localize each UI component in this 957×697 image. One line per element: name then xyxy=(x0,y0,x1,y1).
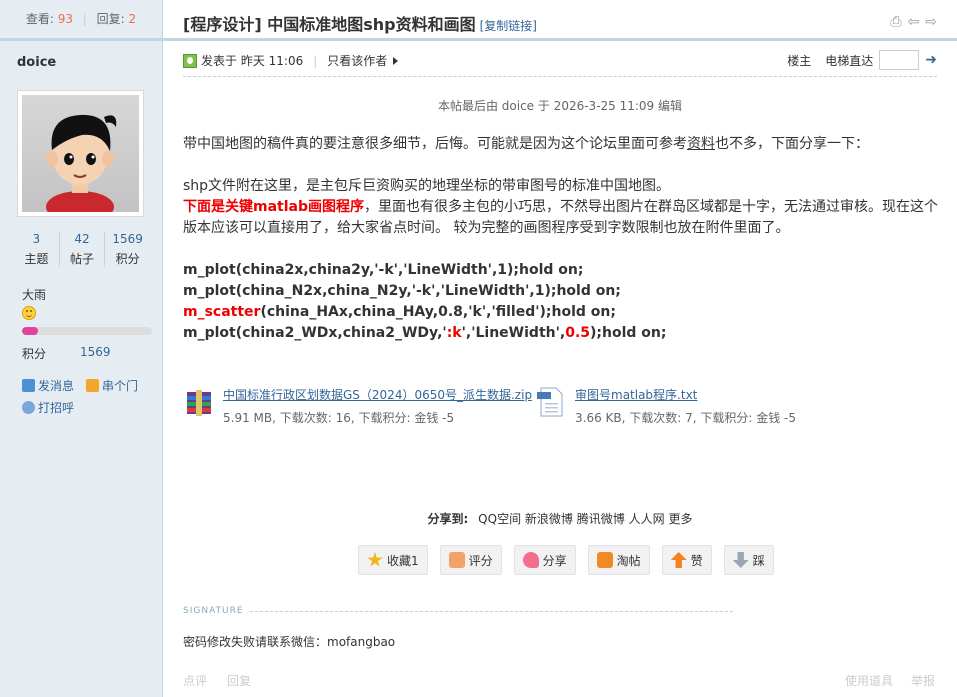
share-qzone[interactable]: QQ空间 xyxy=(478,512,521,526)
para-3: 下面是关键matlab画图程序，里面也有很多主包的小巧思，不然导出图片在群岛区域… xyxy=(183,199,938,236)
attachment-txt: 审图号matlab程序.txt 3.66 KB, 下载次数: 7, 下载积分: … xyxy=(535,386,796,426)
signature-label: SIGNATURE xyxy=(183,606,244,616)
arrow-right-icon xyxy=(393,56,399,65)
share-button[interactable]: 分享 xyxy=(513,545,576,575)
star-icon xyxy=(367,552,383,567)
stat-threads[interactable]: 3 主题 xyxy=(14,232,60,267)
post-main: [程序设计] 中国标准地图shp资料和画图 [复制链接] ⎙ ⇦ ⇨ 发表于 昨天… xyxy=(163,0,957,697)
points-value: 1569 xyxy=(80,345,111,359)
replies-count: 2 xyxy=(128,12,137,26)
collect-button[interactable]: 淘帖 xyxy=(587,545,650,575)
tray-icon xyxy=(596,552,613,568)
go-icon[interactable]: ➜ xyxy=(925,52,937,68)
favorite-button[interactable]: 收藏1 xyxy=(358,545,428,575)
share-renren[interactable]: 人人网 xyxy=(629,512,665,526)
reply-button[interactable]: 回复 xyxy=(227,672,251,689)
views-label: 查看: xyxy=(25,12,54,26)
floor-jump-input[interactable] xyxy=(879,50,920,70)
author-only-link[interactable]: 只看该作者 xyxy=(327,52,387,69)
use-item-button[interactable]: 使用道具 xyxy=(845,672,893,689)
up-arrow-icon xyxy=(670,552,687,568)
signature-text: 密码修改失败请联系微信：mofangbao xyxy=(183,635,396,649)
keyword-link[interactable]: 资料 xyxy=(687,136,715,152)
level-progress xyxy=(22,327,152,335)
visit-link[interactable]: 串个门 xyxy=(86,377,138,394)
views-count: 93 xyxy=(57,12,73,26)
share-more[interactable]: 更多 xyxy=(668,512,692,526)
author-actions: 发消息 串个门 打招呼 xyxy=(22,374,150,418)
share-weibo[interactable]: 新浪微博 xyxy=(525,512,573,526)
attachment-txt-link[interactable]: 审图号matlab程序.txt xyxy=(575,386,796,403)
elevator-label: 电梯直达 xyxy=(825,53,874,68)
copy-link-button[interactable]: [复制链接] xyxy=(480,19,537,33)
post-footer-right: 使用道具 举报 xyxy=(845,672,935,689)
floor-nav: 楼主 电梯直达 ➜ xyxy=(787,50,937,70)
post-footer-left: 点评 回复 xyxy=(183,672,251,689)
txt-file-icon xyxy=(537,387,563,417)
greet-link[interactable]: 打招呼 xyxy=(22,399,74,416)
author-name[interactable]: doice xyxy=(0,41,162,70)
thread-stats: 查看: 93 | 回复: 2 xyxy=(0,0,162,41)
home-icon xyxy=(86,378,100,392)
author-stats: 3 主题 42 帖子 1569 积分 xyxy=(14,232,150,267)
avatar[interactable] xyxy=(17,90,144,217)
thumb-rate-icon xyxy=(448,552,465,568)
message-icon xyxy=(22,378,35,392)
rate-button[interactable]: 评分 xyxy=(439,545,502,575)
floor-label: 楼主 xyxy=(787,53,812,68)
zip-file-icon xyxy=(187,390,211,416)
post-info: 发表于 昨天 11:06 | 只看该作者 xyxy=(183,52,399,69)
share-label: 分享到: xyxy=(427,512,469,526)
post-action-buttons: 收藏1 评分 分享 淘帖 赞 踩 xyxy=(358,545,774,575)
para-2: shp文件附在这里，是主包斥巨资购买的地理坐标的带审图号的标准中国地图。 xyxy=(183,178,671,194)
heart-icon xyxy=(522,552,539,568)
prev-thread-icon[interactable]: ⇦ xyxy=(908,14,920,30)
print-icon[interactable]: ⎙ xyxy=(890,14,901,30)
title-tools: ⎙ ⇦ ⇨ xyxy=(890,14,937,30)
report-button[interactable]: 举报 xyxy=(911,672,935,689)
stat-points[interactable]: 1569 积分 xyxy=(105,232,150,267)
code-block: m_plot(china2x,china2y,'-k','LineWidth',… xyxy=(183,262,667,341)
replies-label: 回复: xyxy=(96,12,125,26)
down-arrow-icon xyxy=(732,552,749,568)
points-row: 积分 1569 xyxy=(22,345,111,361)
attachment-zip-link[interactable]: 中国标准行政区划数据GS（2024）0650号_派生数据.zip xyxy=(223,386,532,403)
attachment-zip: 中国标准行政区划数据GS（2024）0650号_派生数据.zip 5.91 MB… xyxy=(183,386,532,426)
comment-button[interactable]: 点评 xyxy=(183,672,207,689)
like-button[interactable]: 赞 xyxy=(661,545,712,575)
dislike-button[interactable]: 踩 xyxy=(723,545,774,575)
send-message-link[interactable]: 发消息 xyxy=(22,377,74,394)
wave-icon xyxy=(22,400,35,414)
user-group[interactable]: 大雨 xyxy=(22,286,46,303)
next-thread-icon[interactable]: ⇨ xyxy=(925,14,937,30)
post-time: 发表于 昨天 11:06 xyxy=(201,54,304,68)
edit-notice: 本帖最后由 doice 于 2026-3-25 11:09 编辑 xyxy=(437,99,683,113)
para-1: 带中国地图的稿件真的要注意很多细节，后悔。可能就是因为这个论坛里面可参考资料也不… xyxy=(183,136,869,152)
share-tweibo[interactable]: 腾讯微博 xyxy=(577,512,625,526)
thread-title: [程序设计] 中国标准地图shp资料和画图 [复制链接] xyxy=(183,15,537,34)
signature-divider: SIGNATURE xyxy=(183,606,733,616)
stat-posts[interactable]: 42 帖子 xyxy=(60,232,106,267)
smile-icon xyxy=(22,306,36,320)
post-body: 带中国地图的稿件真的要注意很多细节，后悔。可能就是因为这个论坛里面可参考资料也不… xyxy=(183,134,943,344)
share-bar: 分享到: QQ空间 新浪微博 腾讯微博 人人网 更多 xyxy=(163,510,957,527)
online-status-icon xyxy=(183,53,197,68)
author-sidebar: 查看: 93 | 回复: 2 doice 3 主题 42 帖子 1569 积分 … xyxy=(0,0,163,697)
